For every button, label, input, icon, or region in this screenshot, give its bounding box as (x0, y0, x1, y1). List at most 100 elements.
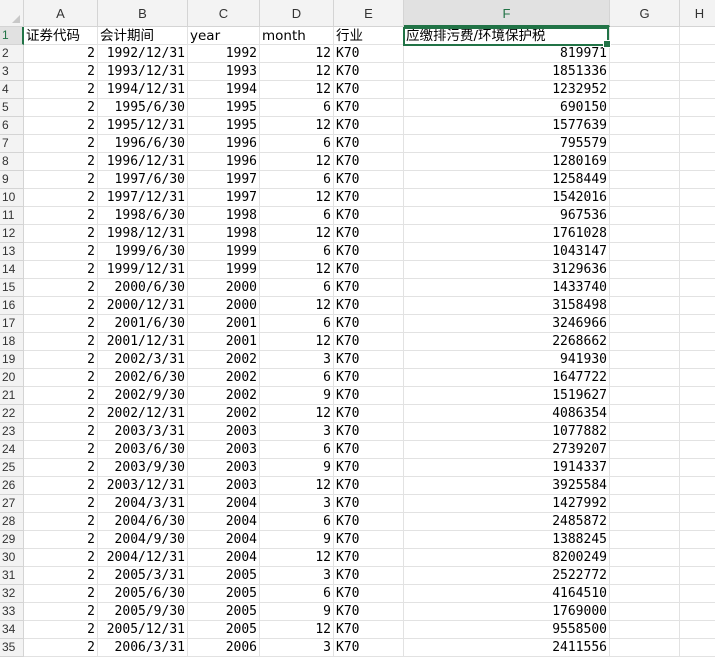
cell-f10[interactable]: 1542016 (404, 189, 610, 207)
cell-f17[interactable]: 3246966 (404, 315, 610, 333)
cell-c6[interactable]: 1995 (188, 117, 260, 135)
cell-f35[interactable]: 2411556 (404, 639, 610, 657)
cell-a20[interactable]: 2 (24, 369, 98, 387)
cell-d5[interactable]: 6 (260, 99, 334, 117)
cell-g30[interactable] (610, 549, 680, 567)
cell-d35[interactable]: 3 (260, 639, 334, 657)
cell-h5[interactable] (680, 99, 715, 117)
cell-a29[interactable]: 2 (24, 531, 98, 549)
cell-h32[interactable] (680, 585, 715, 603)
cell-e9[interactable]: K70 (334, 171, 404, 189)
cell-b32[interactable]: 2005/6/30 (98, 585, 188, 603)
cell-c16[interactable]: 2000 (188, 297, 260, 315)
cell-a18[interactable]: 2 (24, 333, 98, 351)
cell-f14[interactable]: 3129636 (404, 261, 610, 279)
cell-b16[interactable]: 2000/12/31 (98, 297, 188, 315)
row-header-6[interactable]: 6 (0, 117, 24, 135)
cell-d3[interactable]: 12 (260, 63, 334, 81)
cell-c5[interactable]: 1995 (188, 99, 260, 117)
cell-c4[interactable]: 1994 (188, 81, 260, 99)
cell-b1[interactable]: 会计期间 (98, 27, 188, 45)
column-header-c[interactable]: C (188, 0, 260, 27)
cell-f3[interactable]: 1851336 (404, 63, 610, 81)
cell-e20[interactable]: K70 (334, 369, 404, 387)
cell-e2[interactable]: K70 (334, 45, 404, 63)
cell-f34[interactable]: 9558500 (404, 621, 610, 639)
row-header-20[interactable]: 20 (0, 369, 24, 387)
cell-c35[interactable]: 2006 (188, 639, 260, 657)
cell-g22[interactable] (610, 405, 680, 423)
row-header-25[interactable]: 25 (0, 459, 24, 477)
row-header-3[interactable]: 3 (0, 63, 24, 81)
column-header-h[interactable]: H (680, 0, 715, 27)
cell-f5[interactable]: 690150 (404, 99, 610, 117)
cell-d18[interactable]: 12 (260, 333, 334, 351)
cell-h24[interactable] (680, 441, 715, 459)
row-header-33[interactable]: 33 (0, 603, 24, 621)
cell-e17[interactable]: K70 (334, 315, 404, 333)
cell-g5[interactable] (610, 99, 680, 117)
cell-b8[interactable]: 1996/12/31 (98, 153, 188, 171)
row-header-22[interactable]: 22 (0, 405, 24, 423)
cell-f1[interactable]: 应缴排污费/环境保护税 (404, 27, 610, 45)
row-header-9[interactable]: 9 (0, 171, 24, 189)
cell-a28[interactable]: 2 (24, 513, 98, 531)
cell-h12[interactable] (680, 225, 715, 243)
row-header-7[interactable]: 7 (0, 135, 24, 153)
cell-b11[interactable]: 1998/6/30 (98, 207, 188, 225)
row-header-21[interactable]: 21 (0, 387, 24, 405)
cell-d25[interactable]: 9 (260, 459, 334, 477)
cell-h1[interactable] (680, 27, 715, 45)
cell-c7[interactable]: 1996 (188, 135, 260, 153)
cell-g31[interactable] (610, 567, 680, 585)
cell-a10[interactable]: 2 (24, 189, 98, 207)
row-header-17[interactable]: 17 (0, 315, 24, 333)
cell-b7[interactable]: 1996/6/30 (98, 135, 188, 153)
cell-f11[interactable]: 967536 (404, 207, 610, 225)
cell-b19[interactable]: 2002/3/31 (98, 351, 188, 369)
cell-g25[interactable] (610, 459, 680, 477)
cell-g15[interactable] (610, 279, 680, 297)
cell-b35[interactable]: 2006/3/31 (98, 639, 188, 657)
cell-b20[interactable]: 2002/6/30 (98, 369, 188, 387)
cell-d1[interactable]: month (260, 27, 334, 45)
cell-d23[interactable]: 3 (260, 423, 334, 441)
cell-h33[interactable] (680, 603, 715, 621)
cell-h10[interactable] (680, 189, 715, 207)
cell-c24[interactable]: 2003 (188, 441, 260, 459)
cell-f6[interactable]: 1577639 (404, 117, 610, 135)
cell-g7[interactable] (610, 135, 680, 153)
row-header-29[interactable]: 29 (0, 531, 24, 549)
cell-g28[interactable] (610, 513, 680, 531)
cell-f18[interactable]: 2268662 (404, 333, 610, 351)
cell-c27[interactable]: 2004 (188, 495, 260, 513)
cell-e3[interactable]: K70 (334, 63, 404, 81)
cell-e15[interactable]: K70 (334, 279, 404, 297)
row-header-15[interactable]: 15 (0, 279, 24, 297)
cell-b28[interactable]: 2004/6/30 (98, 513, 188, 531)
spreadsheet-grid[interactable]: A B C D E F G H 1 证券代码 会计期间 year month 行业 应缴排污费/环境保护税 2… (0, 0, 715, 657)
cell-g13[interactable] (610, 243, 680, 261)
row-header-4[interactable]: 4 (0, 81, 24, 99)
cell-g35[interactable] (610, 639, 680, 657)
cell-c33[interactable]: 2005 (188, 603, 260, 621)
cell-d12[interactable]: 12 (260, 225, 334, 243)
row-header-30[interactable]: 30 (0, 549, 24, 567)
cell-b18[interactable]: 2001/12/31 (98, 333, 188, 351)
cell-g6[interactable] (610, 117, 680, 135)
cell-g23[interactable] (610, 423, 680, 441)
cell-c19[interactable]: 2002 (188, 351, 260, 369)
cell-e8[interactable]: K70 (334, 153, 404, 171)
cell-e7[interactable]: K70 (334, 135, 404, 153)
cell-c18[interactable]: 2001 (188, 333, 260, 351)
cell-a1[interactable]: 证券代码 (24, 27, 98, 45)
cell-d11[interactable]: 6 (260, 207, 334, 225)
cell-a11[interactable]: 2 (24, 207, 98, 225)
cell-c1[interactable]: year (188, 27, 260, 45)
row-header-34[interactable]: 34 (0, 621, 24, 639)
cell-b34[interactable]: 2005/12/31 (98, 621, 188, 639)
row-header-12[interactable]: 12 (0, 225, 24, 243)
row-header-5[interactable]: 5 (0, 99, 24, 117)
cell-c26[interactable]: 2003 (188, 477, 260, 495)
cell-h27[interactable] (680, 495, 715, 513)
